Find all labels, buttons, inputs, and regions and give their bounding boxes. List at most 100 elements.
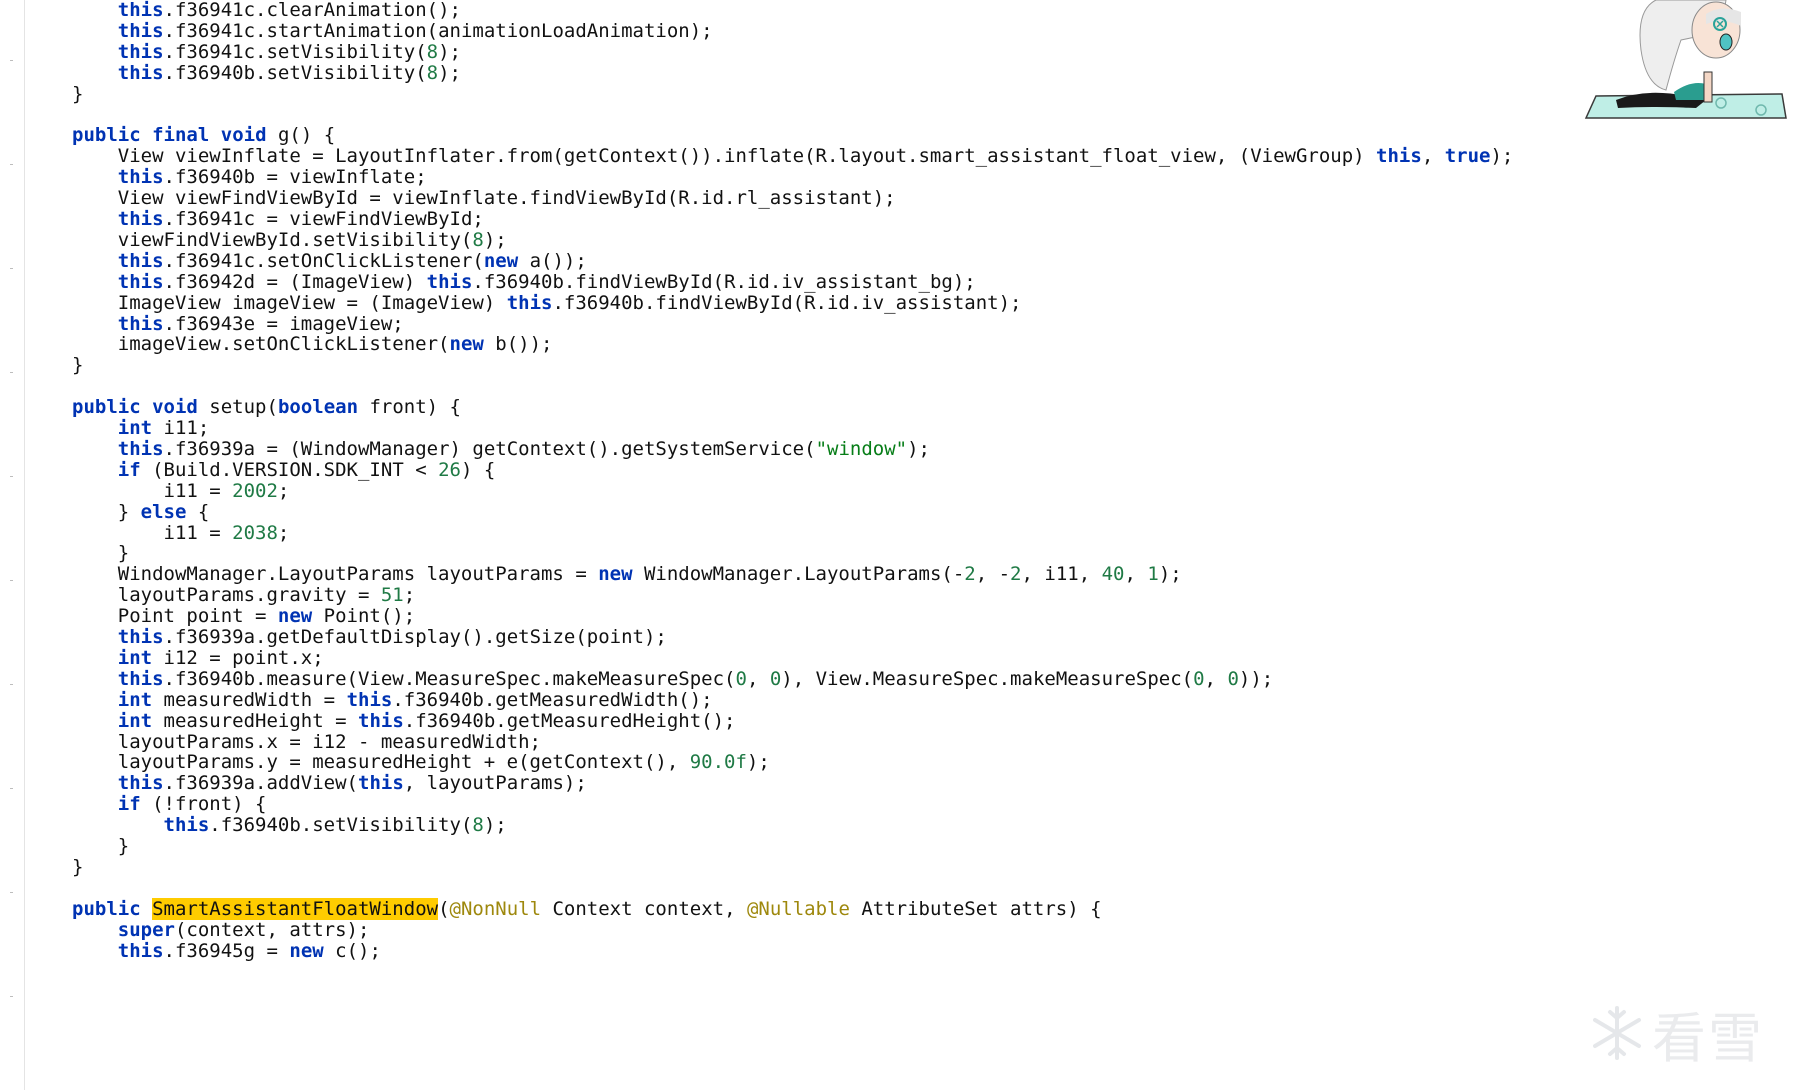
code-token: ); <box>746 751 770 774</box>
code-line[interactable]: } <box>72 353 83 377</box>
code-token: int <box>117 417 153 439</box>
code-token: void <box>220 124 267 147</box>
code-token: .f36941c.setVisibility( <box>163 40 427 63</box>
code-token: 0 <box>1193 667 1205 690</box>
code-token: imageView.setOnClickListener( <box>72 333 450 356</box>
gutter-tick <box>10 372 13 373</box>
code-token: 51 <box>380 584 404 607</box>
code-token: i11 = <box>72 479 233 502</box>
code-token: new <box>598 563 633 586</box>
code-token: 8 <box>472 228 484 251</box>
gutter-tick <box>10 268 13 269</box>
code-token: } <box>72 82 84 105</box>
code-token: this <box>117 437 164 460</box>
code-token: public <box>72 897 141 920</box>
code-token: c(); <box>323 939 381 962</box>
code-token: } <box>72 354 84 377</box>
code-token: 0 <box>1227 667 1239 690</box>
code-token: "window" <box>815 437 908 460</box>
code-token: 8 <box>472 814 484 837</box>
code-token: super <box>117 918 175 941</box>
gutter-tick <box>10 580 13 581</box>
highlighted-identifier: SmartAssistantFloatWindow <box>152 897 439 920</box>
code-token: 2 <box>964 563 976 586</box>
code-editor[interactable]: this.f36941c.clearAnimation(); this.f369… <box>26 0 1799 1090</box>
gutter-tick <box>10 164 13 165</box>
code-token: public <box>72 396 141 419</box>
code-token: new <box>449 333 484 356</box>
editor-gutter <box>0 0 25 1090</box>
code-token: .f36940b.getMeasuredWidth(); <box>392 688 713 711</box>
code-token: this <box>117 626 164 648</box>
code-token: final <box>152 124 210 147</box>
code-token: 8 <box>426 40 439 63</box>
code-token: front) { <box>358 396 461 419</box>
code-token: b()); <box>483 333 553 356</box>
code-token: layoutParams.x = i12 - measuredWidth; <box>72 730 541 753</box>
code-token: this <box>117 249 164 272</box>
code-token: .f36941c.startAnimation(animationLoadAni… <box>163 19 713 42</box>
code-line[interactable]: this.f36940b.setVisibility(8); <box>72 813 507 837</box>
code-token: .f36940b.setVisibility( <box>209 814 473 837</box>
code-token: } <box>72 835 130 857</box>
code-token: ), View.MeasureSpec.makeMeasureSpec( <box>781 667 1194 690</box>
code-token: this <box>1376 145 1422 168</box>
code-token: 2002 <box>232 479 278 502</box>
code-token: WindowManager.LayoutParams layoutParams … <box>72 563 599 586</box>
code-token: i11; <box>152 417 210 439</box>
code-line[interactable]: this.f36945g = new c(); <box>72 939 381 963</box>
gutter-tick <box>10 684 13 685</box>
code-token: .f36940b.measure(View.MeasureSpec.makeMe… <box>163 667 736 690</box>
code-token: 2038 <box>232 521 278 544</box>
code-token: ); <box>1490 145 1514 168</box>
code-token: (!front) { <box>140 793 267 816</box>
code-token: .f36941c.clearAnimation(); <box>163 0 461 21</box>
code-token: 2 <box>1010 563 1022 586</box>
code-token: .f36940b.findViewById(R.id.iv_assistant)… <box>552 291 1022 314</box>
code-line[interactable]: } <box>72 82 83 106</box>
code-token: 0 <box>769 667 782 690</box>
code-token: AttributeSet attrs) { <box>849 897 1102 920</box>
code-token: this <box>346 688 393 711</box>
code-token: int <box>117 688 153 711</box>
code-token: , - <box>975 563 1011 586</box>
code-token: ImageView imageView = (ImageView) <box>72 291 507 314</box>
code-token: this <box>117 667 164 690</box>
code-token: if <box>117 458 141 481</box>
code-token: g() { <box>266 124 336 147</box>
code-token: this <box>117 19 164 42</box>
code-token: } <box>72 500 141 523</box>
code-token: .f36939a.addView( <box>163 772 358 795</box>
code-token: (context, attrs); <box>174 918 370 941</box>
code-token: @Nullable <box>746 897 850 920</box>
code-token: ( <box>438 897 450 920</box>
code-token: ; <box>277 479 290 502</box>
code-token: .f36943e = imageView; <box>163 312 404 335</box>
code-line[interactable]: } <box>72 855 83 879</box>
code-token: 8 <box>426 61 439 84</box>
code-token: .f36940b.setVisibility( <box>163 61 427 84</box>
code-token: this <box>117 166 164 189</box>
code-token: new <box>289 939 324 962</box>
code-token: else <box>140 500 187 523</box>
code-line[interactable]: imageView.setOnClickListener(new b()); <box>72 332 553 356</box>
code-token: .f36941c = viewFindViewById; <box>163 208 484 230</box>
code-token: int <box>117 709 153 732</box>
code-token: .f36940b = viewInflate; <box>163 166 427 189</box>
code-token: , <box>746 667 770 690</box>
code-token: .f36940b.getMeasuredHeight(); <box>403 709 736 732</box>
code-token: , layoutParams); <box>403 772 587 795</box>
code-token: this <box>117 939 164 962</box>
code-token: View viewInflate = LayoutInflater.from(g… <box>72 145 1377 168</box>
code-token: setup( <box>197 396 278 419</box>
code-line[interactable]: this.f36940b.setVisibility(8); <box>72 61 461 85</box>
